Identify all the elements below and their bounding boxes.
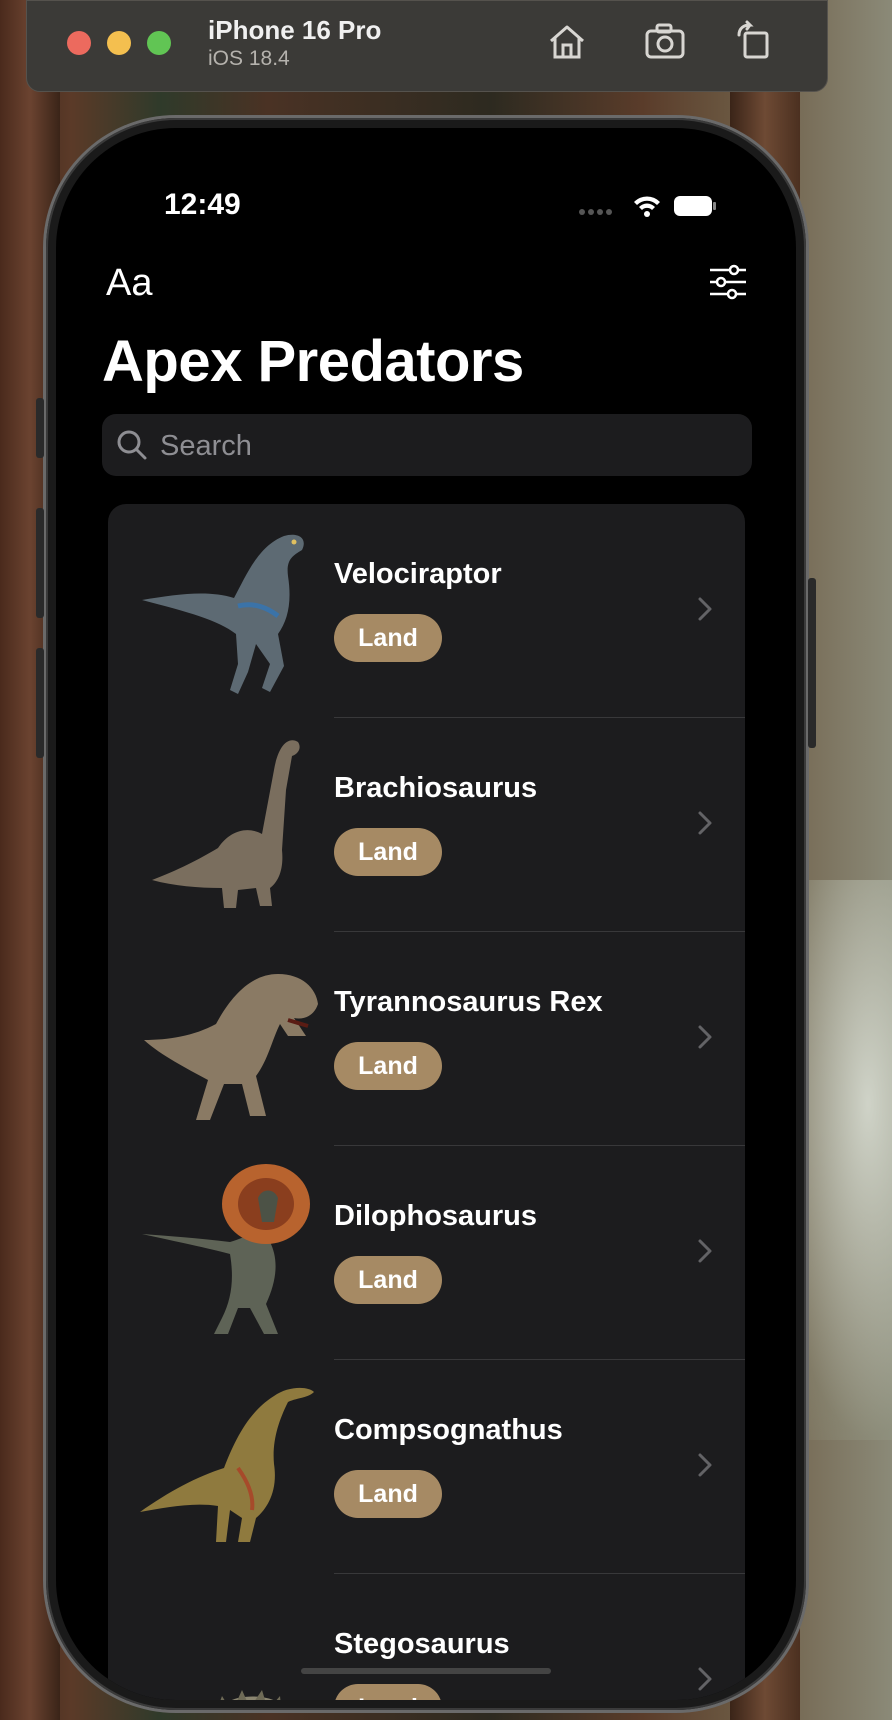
status-icons <box>579 196 716 217</box>
list-item[interactable]: Compsognathus Land <box>108 1360 745 1574</box>
velociraptor-image <box>142 534 304 694</box>
habitat-badge: Land <box>334 1256 442 1304</box>
predator-name: Stegosaurus <box>334 1628 510 1660</box>
tyrannosaurus-image <box>144 974 318 1120</box>
predator-name: Tyrannosaurus Rex <box>334 986 603 1018</box>
habitat-badge: Land <box>334 828 442 876</box>
screenshot-icon[interactable] <box>643 19 687 63</box>
home-icon[interactable] <box>545 19 589 63</box>
wifi-icon <box>634 196 660 217</box>
stegosaurus-image <box>220 1690 281 1700</box>
home-indicator[interactable] <box>301 1668 551 1674</box>
predator-name: Brachiosaurus <box>334 772 538 804</box>
volume-up-button <box>36 508 44 618</box>
search-icon <box>117 430 147 460</box>
minimize-window-button[interactable] <box>107 31 131 55</box>
compsognathus-image <box>140 1387 314 1542</box>
rotate-icon[interactable] <box>733 19 777 63</box>
habitat-badge: Land <box>334 614 442 662</box>
close-window-button[interactable] <box>67 31 91 55</box>
sliders-icon[interactable] <box>708 264 748 300</box>
habitat-badge: Land <box>334 1042 442 1090</box>
predator-name: Velociraptor <box>334 558 502 590</box>
font-size-toggle[interactable]: Aa <box>106 262 152 305</box>
predator-name: Dilophosaurus <box>334 1200 538 1232</box>
action-button <box>36 398 44 458</box>
device-name: iPhone 16 Pro <box>208 15 382 45</box>
list-item[interactable]: Dilophosaurus Land <box>108 1146 745 1360</box>
page-title: Apex Predators <box>102 329 524 394</box>
chevron-right-icon <box>698 811 712 835</box>
status-time: 12:49 <box>164 188 241 221</box>
brachiosaurus-image <box>152 740 300 908</box>
power-button <box>808 578 816 748</box>
simulator-toolbar: iPhone 16 Pro iOS 18.4 <box>26 0 828 92</box>
battery-icon <box>674 196 716 216</box>
chevron-right-icon <box>698 1453 712 1477</box>
os-version: iOS 18.4 <box>208 47 290 70</box>
chevron-right-icon <box>698 597 712 621</box>
dilophosaurus-image <box>142 1164 310 1334</box>
predator-list: Velociraptor Land Brachiosaurus Land Tyr… <box>108 504 745 1700</box>
search-bar[interactable] <box>102 414 752 478</box>
search-input[interactable] <box>158 414 722 478</box>
chevron-right-icon <box>698 1667 712 1691</box>
zoom-window-button[interactable] <box>147 31 171 55</box>
chevron-right-icon <box>698 1239 712 1263</box>
list-item[interactable]: Tyrannosaurus Rex Land <box>108 932 745 1146</box>
chevron-right-icon <box>698 1025 712 1049</box>
signal-icon <box>579 209 612 215</box>
list-item[interactable]: Brachiosaurus Land <box>108 718 745 932</box>
predator-name: Compsognathus <box>334 1414 563 1446</box>
volume-down-button <box>36 648 44 758</box>
phone-frame: 12:49 Aa Apex Predators Search Velocirap… <box>36 118 816 1710</box>
habitat-badge: Land <box>334 1684 442 1700</box>
habitat-badge: Land <box>334 1470 442 1518</box>
list-item[interactable]: Stegosaurus Land <box>108 1574 745 1700</box>
list-item[interactable]: Velociraptor Land <box>108 504 745 718</box>
phone-screen: 12:49 Aa Apex Predators Search Velocirap… <box>56 128 796 1700</box>
